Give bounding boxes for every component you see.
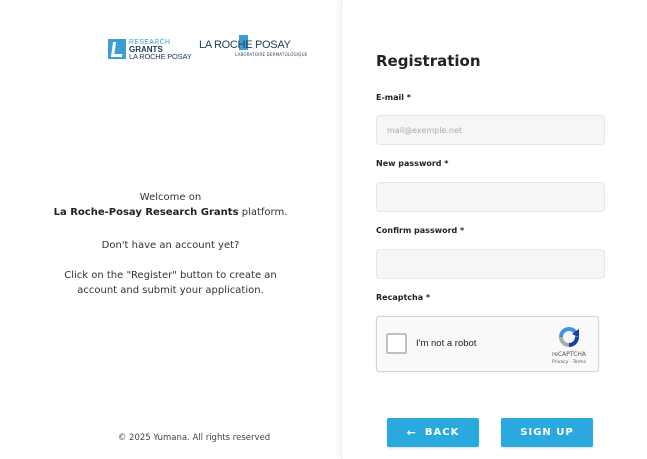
new-password-label: New password * <box>376 159 449 168</box>
recaptcha-brand: reCAPTCHA <box>551 351 587 358</box>
confirm-password-input[interactable] <box>376 249 605 279</box>
email-label: E-mail * <box>376 93 411 102</box>
recaptcha-widget: I'm not a robot reCAPTCHA Privacy - Term… <box>376 316 599 372</box>
register-instructions: Click on the "Register" button to create… <box>64 270 277 296</box>
new-password-input[interactable] <box>376 182 605 212</box>
la-roche-posay-logo-subtext: LABORATOIRE DERMATOLOGIQUE <box>235 52 308 57</box>
welcome-text: Welcome on La Roche-Posay Research Grant… <box>0 190 341 220</box>
platform-name: La Roche-Posay Research Grants <box>53 207 239 218</box>
recaptcha-privacy-terms-links[interactable]: Privacy - Terms <box>546 360 592 365</box>
arrow-left-icon: ← <box>406 426 417 439</box>
la-roche-posay-logo: LA ROCHE POSAY LABORATOIRE DERMATOLOGIQU… <box>199 35 308 60</box>
research-grants-logo-mark-icon <box>108 39 126 59</box>
email-input[interactable] <box>376 115 605 145</box>
welcome-line-1: Welcome on <box>139 192 202 203</box>
confirm-password-label: Confirm password * <box>376 226 465 235</box>
recaptcha-logo-icon <box>559 327 579 347</box>
registration-title: Registration <box>376 52 481 70</box>
la-roche-posay-logo-text: LA ROCHE POSAY <box>199 39 291 51</box>
recaptcha-checkbox-label: I'm not a robot <box>416 338 477 349</box>
recaptcha-checkbox[interactable] <box>386 333 407 354</box>
logo-lrp-text: LA ROCHE POSAY <box>129 51 192 61</box>
sign-up-button[interactable]: SIGN UP <box>501 418 593 447</box>
research-grants-logo: RESEARCH GRANTS LA ROCHE POSAY <box>108 38 192 60</box>
no-account-text: Don't have an account yet? <box>101 240 240 251</box>
welcome-panel: RESEARCH GRANTS LA ROCHE POSAY LA ROCHE … <box>0 0 341 459</box>
welcome-line-2: La Roche-Posay Research Grants platform. <box>53 207 288 218</box>
copyright-footer: © 2025 Yumana. All rights reserved <box>117 433 271 443</box>
recaptcha-label: Recaptcha * <box>376 293 431 302</box>
back-button-label: BACK <box>424 427 460 438</box>
back-button[interactable]: ← BACK <box>387 418 479 447</box>
sign-up-button-label: SIGN UP <box>520 427 574 438</box>
